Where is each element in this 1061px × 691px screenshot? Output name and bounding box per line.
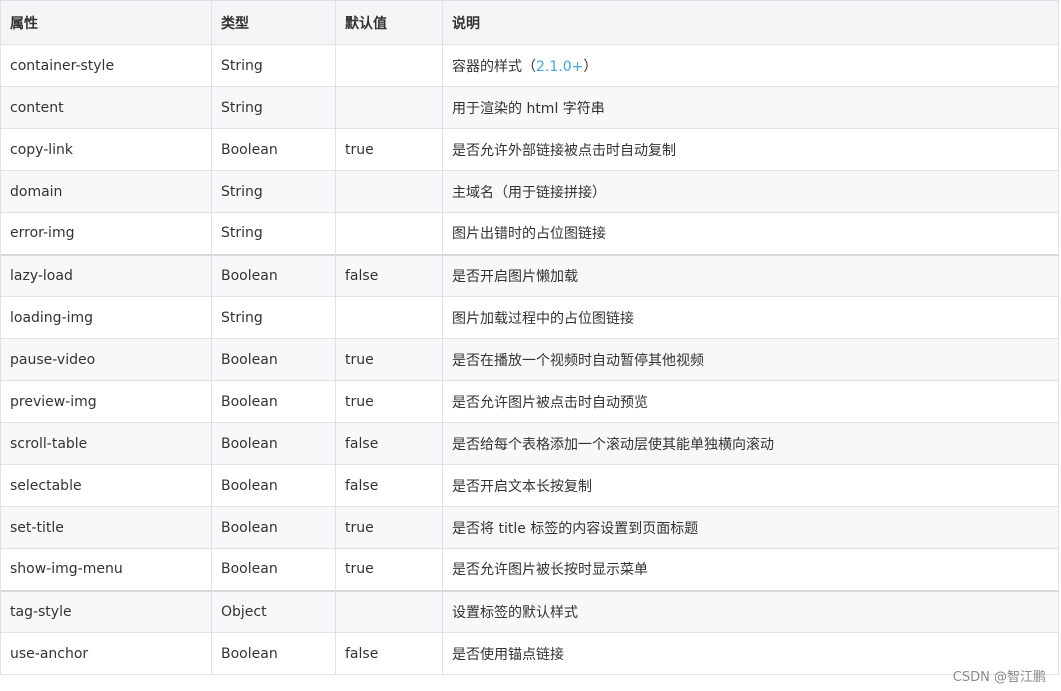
table-row: preview-img Boolean true 是否允许图片被点击时自动预览 [0,380,1059,423]
cell-default: true [335,548,443,591]
cell-default: true [335,506,443,549]
cell-type: Boolean [211,506,336,549]
cell-type: String [211,170,336,213]
cell-default [335,589,443,633]
cell-attr: domain [0,170,212,213]
cell-default: true [335,380,443,423]
cell-desc: 图片出错时的占位图链接 [442,212,1059,255]
cell-attr: use-anchor [0,632,212,675]
table-row: loading-img String 图片加载过程中的占位图链接 [0,296,1059,339]
header-attr: 属性 [0,0,212,45]
cell-desc: 是否在播放一个视频时自动暂停其他视频 [442,338,1059,381]
header-desc: 说明 [442,0,1059,45]
table-row: pause-video Boolean true 是否在播放一个视频时自动暂停其… [0,338,1059,381]
cell-default: true [335,338,443,381]
cell-attr: preview-img [0,380,212,423]
cell-attr: copy-link [0,128,212,171]
cell-type: Boolean [211,380,336,423]
cell-attr: tag-style [0,589,212,633]
cell-attr: set-title [0,506,212,549]
cell-desc: 容器的样式（2.1.0+） [442,44,1059,87]
cell-default: false [335,464,443,507]
table-row: set-title Boolean true 是否将 title 标签的内容设置… [0,506,1059,549]
cell-desc: 是否将 title 标签的内容设置到页面标题 [442,506,1059,549]
cell-type: Boolean [211,128,336,171]
table-row: error-img String 图片出错时的占位图链接 [0,212,1059,255]
cell-type: String [211,296,336,339]
cell-default: false [335,632,443,675]
cell-desc: 是否允许图片被长按时显示菜单 [442,548,1059,591]
cell-default [335,44,443,87]
header-default: 默认值 [335,0,443,45]
cell-type: Boolean [211,253,336,297]
cell-desc: 是否给每个表格添加一个滚动层使其能单独横向滚动 [442,422,1059,465]
cell-desc: 主域名（用于链接拼接） [442,170,1059,213]
props-table: 属性 类型 默认值 说明 container-style String 容器的样… [0,0,1059,675]
cell-attr: loading-img [0,296,212,339]
table-row: show-img-menu Boolean true 是否允许图片被长按时显示菜… [0,548,1059,591]
cell-desc: 用于渲染的 html 字符串 [442,86,1059,129]
cell-type: Boolean [211,548,336,591]
cell-default: false [335,422,443,465]
cell-type: Boolean [211,338,336,381]
cell-default [335,212,443,255]
cell-desc: 是否允许外部链接被点击时自动复制 [442,128,1059,171]
cell-attr: pause-video [0,338,212,381]
cell-attr: selectable [0,464,212,507]
desc-suffix: ） [583,58,598,75]
cell-type: String [211,86,336,129]
cell-type: Object [211,589,336,633]
cell-type: String [211,212,336,255]
cell-default: false [335,253,443,297]
cell-desc: 是否开启文本长按复制 [442,464,1059,507]
cell-default [335,86,443,129]
cell-attr: scroll-table [0,422,212,465]
cell-type: Boolean [211,632,336,675]
table-row: lazy-load Boolean false 是否开启图片懒加载 [0,253,1059,297]
cell-attr: show-img-menu [0,548,212,591]
desc-text: 容器的样式（ [452,58,536,75]
cell-type: String [211,44,336,87]
cell-desc: 是否开启图片懒加载 [442,253,1059,297]
cell-default [335,296,443,339]
table-row: content String 用于渲染的 html 字符串 [0,86,1059,129]
cell-attr: content [0,86,212,129]
table-row: container-style String 容器的样式（2.1.0+） [0,44,1059,87]
cell-desc: 设置标签的默认样式 [442,589,1059,633]
cell-default [335,170,443,213]
watermark: CSDN @智江鹏 [952,670,1046,685]
table-row: tag-style Object 设置标签的默认样式 [0,589,1059,633]
cell-default: true [335,128,443,171]
cell-attr: error-img [0,212,212,255]
cell-desc: 是否允许图片被点击时自动预览 [442,380,1059,423]
table-row: use-anchor Boolean false 是否使用锚点链接 [0,632,1059,675]
table-row: copy-link Boolean true 是否允许外部链接被点击时自动复制 [0,128,1059,171]
cell-type: Boolean [211,464,336,507]
version-link[interactable]: 2.1.0+ [536,59,583,75]
table-row: selectable Boolean false 是否开启文本长按复制 [0,464,1059,507]
table-header-row: 属性 类型 默认值 说明 [0,0,1059,45]
table-row: domain String 主域名（用于链接拼接） [0,170,1059,213]
cell-type: Boolean [211,422,336,465]
header-type: 类型 [211,0,336,45]
cell-attr: container-style [0,44,212,87]
cell-desc: 图片加载过程中的占位图链接 [442,296,1059,339]
table-row: scroll-table Boolean false 是否给每个表格添加一个滚动… [0,422,1059,465]
cell-attr: lazy-load [0,253,212,297]
